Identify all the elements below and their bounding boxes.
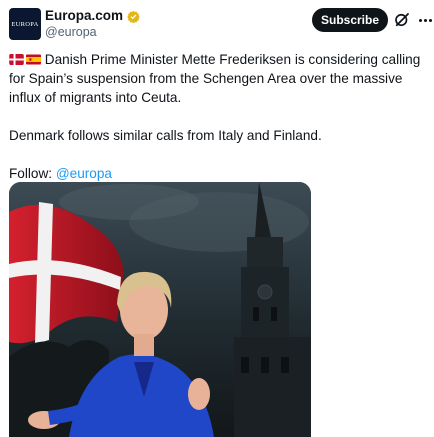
tweet-body-line-1: Danish Prime Minister Mette Frederiksen … [9, 52, 421, 105]
mention-link[interactable]: @europa [56, 166, 112, 181]
avatar-logo-text: EUROPA [11, 20, 39, 28]
follow-label: Follow: [9, 166, 56, 181]
more-options-icon[interactable] [417, 11, 433, 29]
subscribe-button[interactable]: Subscribe [312, 8, 388, 32]
avatar[interactable]: EUROPA [9, 8, 41, 40]
flag-denmark-icon [9, 54, 24, 65]
media-photo [9, 182, 311, 437]
display-name[interactable]: Europa.com [45, 8, 123, 24]
handle[interactable]: @europa [45, 25, 97, 39]
name-row: Europa.com [45, 8, 140, 24]
tweet-paragraph-2: Denmark follows similar calls from Italy… [9, 128, 322, 143]
verified-badge-icon[interactable] [127, 10, 140, 23]
flag-spain-icon [26, 54, 41, 65]
tweet-header: EUROPA Europa.com @europa Subscribe [0, 0, 434, 44]
tweet-paragraph-3: Follow: @europa [9, 164, 427, 183]
tweet-paragraph-1: Danish Prime Minister Mette Frederiksen … [9, 50, 427, 107]
tweet-text: Danish Prime Minister Mette Frederiksen … [9, 50, 427, 183]
grok-icon[interactable] [393, 11, 411, 29]
tweet-media-image[interactable] [9, 182, 311, 437]
